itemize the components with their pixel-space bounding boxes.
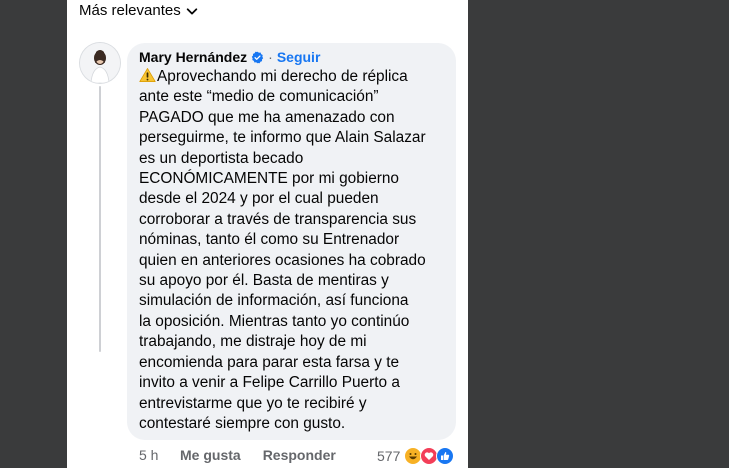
comment-line: encomienda para parar esta farsa y te: [139, 353, 400, 371]
comment-line: ante este “medio de comunicación”: [139, 88, 379, 106]
comment-line: simulación de información, así funciona: [139, 292, 409, 310]
profile-photo-icon: [80, 43, 120, 83]
chevron-down-icon: [186, 7, 197, 14]
timestamp[interactable]: 5 h: [139, 447, 180, 463]
comments-panel: Más relevantes Mary Hernández · Seguir A…: [67, 0, 468, 468]
comment-line: la oposición. Mientras tanto yo continúo: [139, 312, 410, 330]
thread-line: [99, 86, 101, 352]
follow-button[interactable]: Seguir: [277, 49, 321, 65]
comment-text: Aprovechando mi derecho de réplica ante e…: [139, 67, 451, 434]
comment-line: Aprovechando mi derecho de réplica: [157, 68, 408, 85]
comment-bubble: Mary Hernández · Seguir Aprovechando mi …: [127, 43, 456, 440]
avatar[interactable]: [80, 43, 120, 83]
comment-header: Mary Hernández · Seguir: [139, 49, 320, 65]
comment-line: invito a venir a Felipe Carrillo Puerto …: [139, 374, 400, 392]
reaction-summary[interactable]: 577: [377, 447, 455, 465]
reply-button[interactable]: Responder: [263, 447, 336, 463]
comment-line: nóminas, tanto él como su Entrenador: [139, 231, 400, 249]
like-icon: [436, 447, 455, 465]
comment-line: corroborar a través de transparencia sus: [139, 210, 417, 228]
right-background: [468, 0, 729, 468]
separator-dot: ·: [268, 49, 273, 65]
comment-line: trabajando, me distraje hoy de mi: [139, 333, 367, 351]
like-button[interactable]: Me gusta: [180, 447, 241, 463]
comment-line: su apoyo por él. Basta de mentiras y: [139, 272, 389, 290]
sort-dropdown[interactable]: Más relevantes: [79, 2, 199, 19]
comment-line: entrevistarme que yo te recibiré y: [139, 394, 367, 412]
comment-line: ECONÓMICAMENTE por mi gobierno: [139, 170, 399, 188]
verified-badge-icon: [251, 51, 264, 63]
comment-line: PAGADO que me ha amenazado con: [139, 108, 395, 126]
warning-icon: [139, 68, 156, 82]
reaction-count: 577: [377, 448, 401, 464]
comment-line: perseguirme, te informo que Alain Salaza…: [139, 129, 426, 147]
left-background: [0, 0, 67, 468]
comment-line: desde el 2024 y por el cual pueden: [139, 190, 379, 208]
comment-line: es un deportista becado: [139, 149, 304, 167]
comment-line: contestaré siempre con gusto.: [139, 414, 346, 432]
author-name[interactable]: Mary Hernández: [139, 49, 247, 65]
comment-line: quien en anteriores ocasiones ha cobrado: [139, 251, 426, 269]
sort-label: Más relevantes: [79, 2, 181, 19]
